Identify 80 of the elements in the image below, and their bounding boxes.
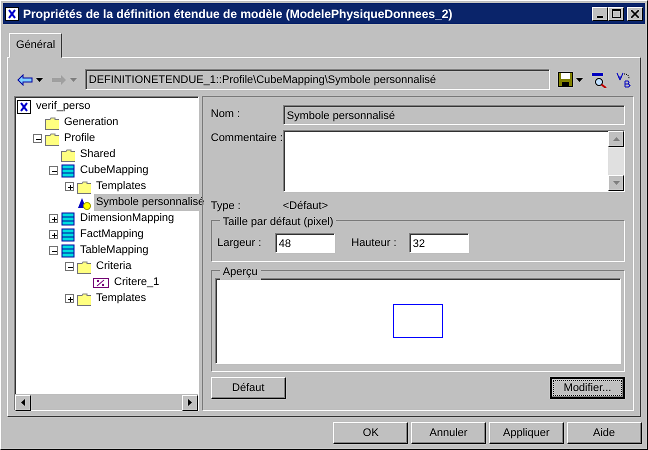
comment-field[interactable]	[282, 130, 625, 192]
expand-toggle[interactable]	[49, 214, 58, 223]
modify-button[interactable]: Modifier...	[550, 377, 625, 400]
scroll-right-button[interactable]	[182, 394, 198, 410]
tree-item[interactable]: Shared	[78, 146, 118, 163]
field-label: Hauteur :	[351, 236, 398, 251]
dialog-button[interactable]: Annuler	[411, 422, 486, 444]
criterion-icon	[93, 276, 109, 290]
dropdown-caret-icon[interactable]	[36, 78, 42, 82]
close-button[interactable]	[627, 6, 643, 20]
left-arrow-icon	[21, 399, 25, 406]
maximize-icon	[612, 9, 621, 18]
window-title: Propriétés de la définition étendue de modèle (ModelePhysiqueDonnees_2)	[23, 6, 452, 22]
maximize-button[interactable]	[608, 6, 624, 20]
group-label: Taille par défaut (pixel)	[220, 214, 336, 230]
app-icon	[5, 6, 19, 20]
expand-toggle[interactable]	[65, 182, 74, 191]
tree-item[interactable]: Symbole personnalisé	[94, 194, 206, 211]
tree-item[interactable]: Criteria	[94, 258, 134, 275]
table-icon	[61, 212, 75, 226]
field-label: Largeur :	[217, 236, 262, 251]
tree-item[interactable]: verif_perso	[34, 98, 92, 115]
plus-icon	[50, 215, 59, 224]
plus-icon	[66, 183, 75, 192]
field-label: Commentaire :	[210, 131, 283, 146]
folder-icon	[77, 260, 91, 274]
dialog-button[interactable]: Appliquer	[488, 422, 564, 444]
name-field[interactable]: Symbole personnalisé	[282, 104, 625, 124]
folder-icon	[61, 148, 75, 162]
symbol-rectangle	[392, 304, 443, 338]
height-field[interactable]: 32	[408, 233, 469, 254]
tree-item[interactable]: Generation	[62, 114, 120, 131]
type-value: <Défaut>	[282, 198, 328, 214]
replace-icon[interactable]	[615, 72, 632, 88]
model-icon	[17, 100, 31, 114]
down-arrow-icon	[612, 181, 620, 185]
collapse-toggle[interactable]	[49, 166, 58, 175]
field-label: Type :	[210, 198, 242, 214]
folder-icon	[77, 292, 91, 306]
spell-check-icon[interactable]	[591, 72, 607, 88]
back-arrow-icon[interactable]	[16, 74, 33, 86]
tree-item[interactable]: Templates	[94, 178, 148, 195]
collapse-toggle[interactable]	[65, 262, 74, 271]
table-icon	[61, 244, 75, 258]
close-icon	[631, 10, 639, 18]
dialog-button[interactable]: OK	[333, 422, 408, 444]
scroll-down-button[interactable]	[608, 175, 624, 191]
default-button[interactable]: Défaut	[210, 377, 286, 400]
tree-item[interactable]: Profile	[62, 130, 98, 147]
tree-item[interactable]: CubeMapping	[78, 162, 150, 179]
tree-item[interactable]: TableMapping	[78, 242, 150, 259]
folder-icon	[77, 180, 91, 194]
up-arrow-icon	[612, 137, 620, 141]
folder-icon	[45, 132, 59, 146]
field-label: Nom :	[210, 107, 242, 122]
expand-toggle[interactable]	[65, 294, 74, 303]
dropdown-caret-icon[interactable]	[576, 78, 583, 82]
tree-item[interactable]: FactMapping	[78, 226, 146, 243]
plus-icon	[50, 231, 59, 240]
table-icon	[61, 228, 75, 242]
path-field[interactable]: DEFINITIONETENDUE_1::Profile\CubeMapping\Symbole personnalisé	[84, 69, 550, 90]
tab[interactable]: Général	[9, 33, 62, 58]
folder-icon	[45, 116, 59, 130]
collapse-toggle[interactable]	[49, 246, 58, 255]
scroll-up-button[interactable]	[608, 131, 624, 147]
right-arrow-icon	[188, 399, 192, 406]
dialog-button[interactable]: Aide	[566, 422, 642, 444]
minimize-button[interactable]	[592, 6, 608, 20]
width-field[interactable]: 48	[274, 233, 335, 254]
tree-item[interactable]: DimensionMapping	[78, 210, 176, 227]
tree-item[interactable]: Critere_1	[112, 274, 162, 291]
collapse-toggle[interactable]	[33, 134, 42, 143]
expand-toggle[interactable]	[49, 230, 58, 239]
symbol-icon	[77, 196, 91, 210]
plus-icon	[66, 295, 75, 304]
table-icon	[61, 164, 75, 178]
minimize-icon	[597, 16, 604, 18]
scroll-left-button[interactable]	[15, 394, 31, 410]
save-icon[interactable]	[558, 72, 573, 87]
tree-item[interactable]: Templates	[94, 290, 148, 307]
